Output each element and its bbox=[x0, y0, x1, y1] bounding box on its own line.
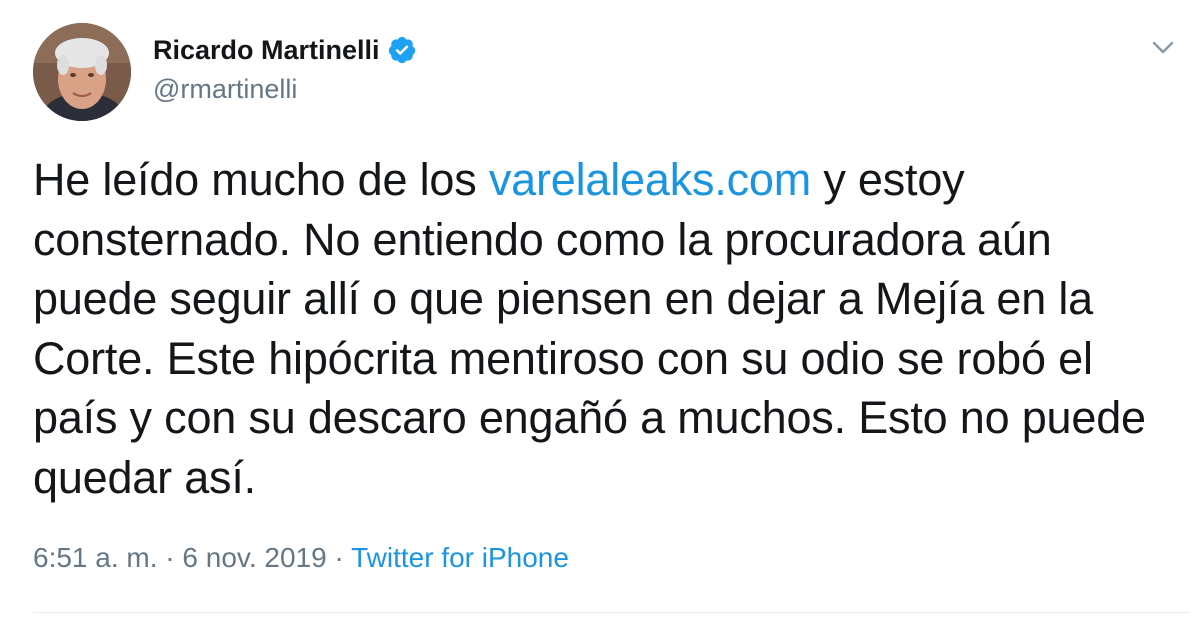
tweet-source-link[interactable]: Twitter for iPhone bbox=[351, 542, 569, 573]
user-info: Ricardo Martinelli @rmartinelli bbox=[153, 30, 417, 105]
tweet-text: He leído mucho de los varelaleaks.com y … bbox=[33, 150, 1183, 507]
tweet-meta: 6:51 a. m. · 6 nov. 2019 · Twitter for i… bbox=[33, 542, 569, 574]
tweet-text-part: y estoy consternado. No entiendo como la… bbox=[33, 154, 1146, 503]
meta-separator: · bbox=[157, 542, 183, 573]
meta-separator: · bbox=[326, 542, 352, 573]
display-name[interactable]: Ricardo Martinelli bbox=[153, 35, 380, 66]
divider bbox=[33, 612, 1190, 613]
chevron-down-icon[interactable] bbox=[1146, 34, 1180, 62]
user-handle[interactable]: @rmartinelli bbox=[153, 74, 417, 105]
tweet-link[interactable]: varelaleaks.com bbox=[489, 154, 811, 205]
tweet-card: Ricardo Martinelli @rmartinelli He leído… bbox=[0, 0, 1200, 642]
verified-badge-icon bbox=[387, 35, 417, 65]
name-row: Ricardo Martinelli bbox=[153, 30, 417, 70]
tweet-text-part: He leído mucho de los bbox=[33, 154, 489, 205]
tweet-time[interactable]: 6:51 a. m. bbox=[33, 542, 158, 573]
tweet-date[interactable]: 6 nov. 2019 bbox=[182, 542, 326, 573]
avatar[interactable] bbox=[33, 23, 131, 121]
avatar-photo bbox=[33, 23, 131, 121]
